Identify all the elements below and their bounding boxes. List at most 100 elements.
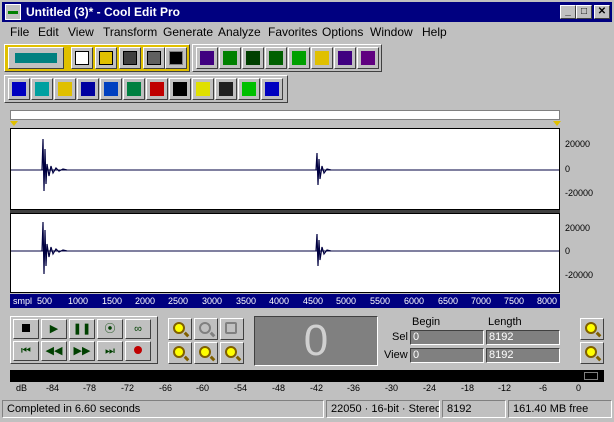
new-file-button[interactable] [71,47,93,69]
transform-button-8[interactable] [169,78,191,100]
cd-button[interactable] [165,47,187,69]
effect-button-6[interactable] [311,47,333,69]
fast-forward-button[interactable]: ▶▶ [69,341,95,361]
kx-icon [173,82,187,96]
meter-label: -6 [539,383,548,393]
stop-button[interactable] [13,319,39,339]
vertical-zoom-in-button[interactable] [580,342,604,364]
status-free-space: 161.40 MB free [508,400,612,418]
vertical-zoom-out-button[interactable] [580,318,604,340]
play-button[interactable]: ▶ [41,319,67,339]
play-icon: ▶ [49,323,59,335]
zoom-out-button[interactable] [194,318,218,340]
zoom-selection-button[interactable] [168,342,192,364]
transform-button-5[interactable] [100,78,122,100]
transform-button-12[interactable] [261,78,283,100]
waveform-channel-left[interactable] [10,128,560,210]
menu-bar: File Edit View Transform Generate Analyz… [2,23,612,42]
zoom-full-button[interactable] [220,318,244,340]
loop-button[interactable]: ∞ [125,319,151,339]
save-all-icon [147,51,161,65]
sel-begin-field[interactable]: 0 [410,330,484,345]
menu-view[interactable]: View [68,25,94,39]
level-meter[interactable] [10,370,604,382]
menu-analyze[interactable]: Analyze [218,25,261,39]
transform-button-2[interactable] [31,78,53,100]
transport-panel: ▶ ❚❚ ⦿ ∞ ⏮ ◀◀ ▶▶ ⏭ [10,316,158,364]
waveform-channel-right[interactable] [10,213,560,293]
ruler-tick: 4000 [269,296,290,306]
menu-generate[interactable]: Generate [163,25,213,39]
close-button[interactable]: ✕ [594,5,610,19]
toolbar-file [4,44,190,72]
record-button[interactable] [125,341,151,361]
go-to-end-button[interactable]: ⏭ [97,341,123,361]
menu-edit[interactable]: Edit [38,25,59,39]
fast-forward-icon: ▶▶ [73,345,91,357]
overview-bar[interactable] [10,110,560,120]
minimize-button[interactable]: _ [560,5,576,19]
menu-window[interactable]: Window [370,25,413,39]
save-button[interactable] [119,47,141,69]
reverse-icon [58,82,72,96]
sel-label: Sel [392,331,408,343]
menu-transform[interactable]: Transform [103,25,157,39]
ruler-tick: 3500 [236,296,257,306]
amplitude-scale-left: 20000 0 -20000 [561,128,613,210]
app-icon[interactable] [5,4,21,20]
start-marker-icon[interactable] [10,121,18,126]
menu-file[interactable]: File [10,25,29,39]
zoom-right-button[interactable] [220,342,244,364]
transform-button-3[interactable] [54,78,76,100]
view-length-field[interactable]: 8192 [486,348,560,363]
meter-label: -36 [347,383,361,393]
multitrack-toggle-button[interactable] [8,47,64,69]
sel-length-field[interactable]: 8192 [486,330,560,345]
play-to-end-button[interactable]: ⦿ [97,319,123,339]
pause-icon: ❚❚ [72,323,92,335]
open-file-button[interactable] [95,47,117,69]
record-icon [134,346,142,354]
scale-label: 0 [565,164,571,174]
meter-label: -48 [272,383,286,393]
maximize-button[interactable]: □ [576,5,592,19]
save-icon [123,51,137,65]
ruler-tick: 6000 [404,296,425,306]
menu-help[interactable]: Help [422,25,447,39]
transform-button-11[interactable] [238,78,260,100]
effect-button-5[interactable] [288,47,310,69]
status-format[interactable]: 22050 · 16-bit · Stereo [326,400,440,418]
view-begin-field[interactable]: 0 [410,348,484,363]
go-to-start-button[interactable]: ⏮ [13,341,39,361]
effect-button-3[interactable] [242,47,264,69]
zoom-left-button[interactable] [194,342,218,364]
rewind-button[interactable]: ◀◀ [41,341,67,361]
edit-icon [200,51,214,65]
transform-button-9[interactable] [192,78,214,100]
effect3-icon [269,51,283,65]
effect-button-2[interactable] [219,47,241,69]
zoom-in-button[interactable] [168,318,192,340]
menu-options[interactable]: Options [322,25,363,39]
transform-button-4[interactable] [77,78,99,100]
menu-favorites[interactable]: Favorites [268,25,317,39]
meter-label: 0 [576,383,582,393]
effect-button-8[interactable] [357,47,379,69]
pause-button[interactable]: ❚❚ [69,319,95,339]
effect-button-1[interactable] [196,47,218,69]
time-ruler[interactable]: smpl 500 1000 1500 2000 2500 3000 3500 4… [10,294,560,308]
save-all-button[interactable] [143,47,165,69]
view-label: View [384,349,408,361]
toolbar-transforms [4,75,288,103]
effect7-icon [361,51,375,65]
effect-button-7[interactable] [334,47,356,69]
effect-button-4[interactable] [265,47,287,69]
transform-button-1[interactable] [8,78,30,100]
meter-label: -60 [196,383,210,393]
transform-button-7[interactable] [146,78,168,100]
end-marker-icon[interactable] [553,121,561,126]
transform-button-6[interactable] [123,78,145,100]
rewind-icon: ◀◀ [45,345,63,357]
transform-button-10[interactable] [215,78,237,100]
ruler-tick: 8000 [537,296,558,306]
